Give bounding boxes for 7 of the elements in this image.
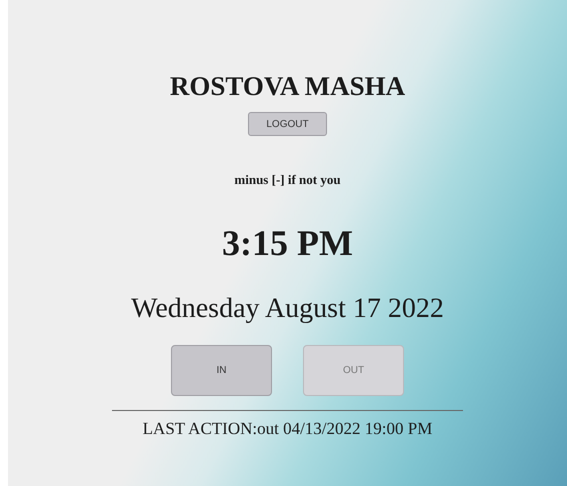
hint-text: minus [-] if not you xyxy=(234,172,341,188)
current-time: 3:15 PM xyxy=(222,222,353,264)
clock-button[interactable]: IN xyxy=(171,345,272,396)
logout-button[interactable]: LOGOUT xyxy=(248,112,327,136)
last-action-text: LAST ACTION:out 04/13/2022 19:00 PM xyxy=(142,419,432,439)
user-name: ROSTOVA MASHA xyxy=(170,70,406,102)
current-date: Wednesday August 17 2022 xyxy=(131,292,444,326)
